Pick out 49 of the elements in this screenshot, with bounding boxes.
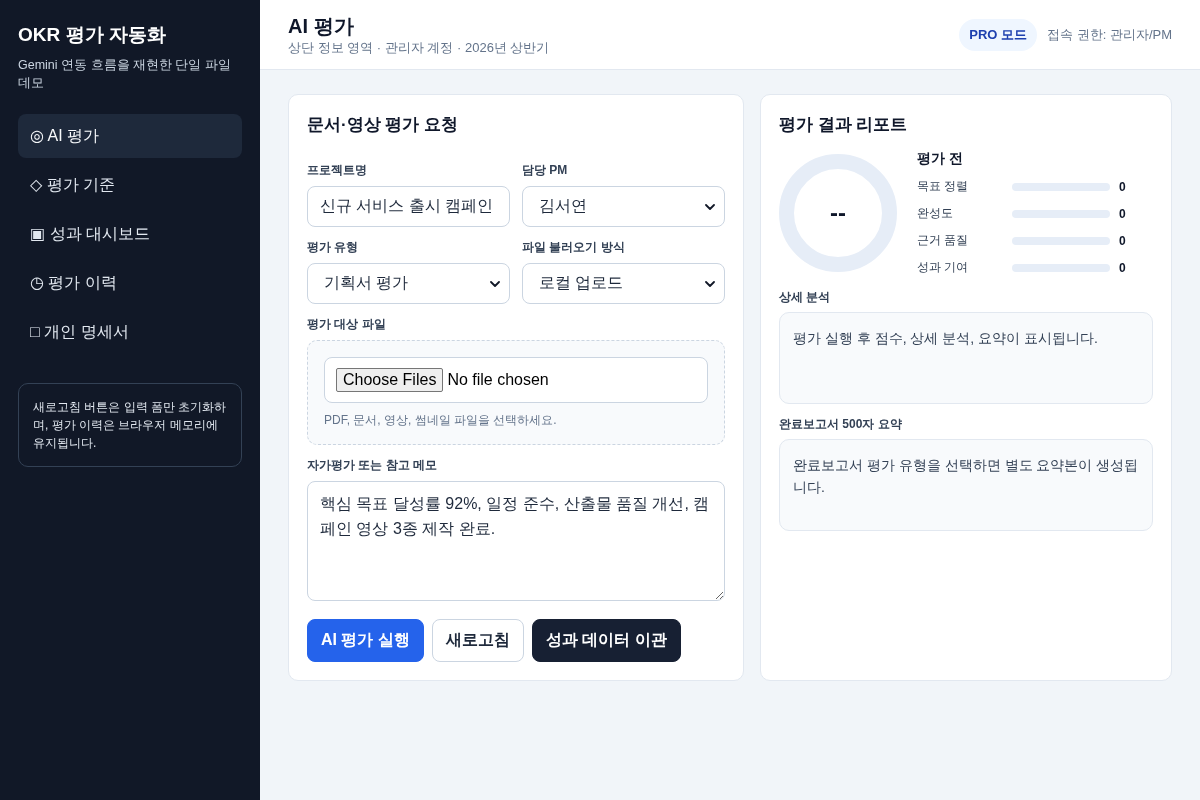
nav-item[interactable]: □ 개인 명세서 xyxy=(18,310,242,354)
mode-badge: PRO 모드 xyxy=(959,18,1038,51)
chevron-down-icon xyxy=(705,203,715,210)
metric-value: 0 xyxy=(1119,260,1127,275)
file-input-field[interactable]: Choose Files No file chosen xyxy=(324,357,708,403)
section-text-box: 평가 실행 후 점수, 상세 분석, 요약이 표시됩니다. xyxy=(779,312,1153,404)
chevron-down-icon xyxy=(705,280,715,287)
file-status-text: No file chosen xyxy=(447,371,549,389)
card-title: 문서·영상 평가 요청 xyxy=(307,114,460,136)
dropdown-field[interactable]: 김서연 xyxy=(522,186,725,227)
chevron-down-icon xyxy=(490,280,500,287)
action-button[interactable]: AI 평가 실행 xyxy=(307,619,424,662)
metric-label: 완성도 xyxy=(917,205,954,222)
metric-value: 0 xyxy=(1119,206,1127,221)
metric-label: 목표 정렬 xyxy=(917,178,970,195)
nav-item[interactable]: ◷ 평가 이력 xyxy=(18,261,242,305)
field-label: 파일 불러오기 방식 xyxy=(522,239,626,255)
access-text: 접속 권한: 관리자/PM xyxy=(1047,25,1172,44)
metric-label: 근거 품질 xyxy=(917,232,970,249)
field-label: 평가 대상 파일 xyxy=(307,316,387,332)
app-subtitle: Gemini 연동 흐름을 재현한 단일 파일 데모 xyxy=(18,57,232,92)
memo-textarea[interactable]: 핵심 목표 달성률 92%, 일정 준수, 산출물 품질 개선, 캠페인 영상 3종 제작 완료. xyxy=(307,481,725,601)
field-label: 프로젝트명 xyxy=(307,162,368,178)
nav-item[interactable]: ◇ 평가 기준 xyxy=(18,163,242,207)
page-subtitle: 상단 정보 영역 · 관리자 계정 · 2026년 상반기 xyxy=(288,38,550,57)
dropdown-field[interactable]: 기획서 평가 xyxy=(307,263,510,304)
info-note: 새로고침 버튼은 입력 폼만 초기화하며, 평가 이력은 브라우저 메모리에 유지됩니다. xyxy=(18,383,242,467)
section-text-box: 완료보고서 평가 유형을 선택하면 별도 요약본이 생성됩니다. xyxy=(779,439,1153,531)
field-label: 자가평가 또는 참고 메모 xyxy=(307,457,438,473)
choose-files-button[interactable]: Choose Files xyxy=(336,368,444,392)
app-title: OKR 평가 자동화 xyxy=(18,23,167,47)
page-title: AI 평가 xyxy=(288,13,355,39)
action-button[interactable]: 성과 데이터 이관 xyxy=(531,619,681,662)
field-label: 평가 유형 xyxy=(307,239,360,255)
section-label: 상세 분석 xyxy=(779,289,832,305)
metric-value: 0 xyxy=(1119,233,1127,248)
action-button[interactable]: 새로고침 xyxy=(431,619,524,662)
dropdown-field[interactable]: 로컬 업로드 xyxy=(522,263,725,304)
status-text: 평가 전 xyxy=(917,149,964,168)
section-label: 완료보고서 500자 요약 xyxy=(779,416,903,432)
metric-label: 성과 기여 xyxy=(917,259,970,276)
score-value: -- xyxy=(830,199,846,227)
field-label: 담당 PM xyxy=(522,162,569,178)
file-hint-text: PDF, 문서, 영상, 썸네일 파일을 선택하세요. xyxy=(324,412,558,428)
card-title: 평가 결과 리포트 xyxy=(779,114,909,136)
text-field[interactable]: 신규 서비스 출시 캠페인 xyxy=(307,186,510,227)
metric-value: 0 xyxy=(1119,179,1127,194)
nav-item[interactable]: ▣ 성과 대시보드 xyxy=(18,212,242,256)
nav-item[interactable]: ◎ AI 평가 xyxy=(18,114,242,158)
